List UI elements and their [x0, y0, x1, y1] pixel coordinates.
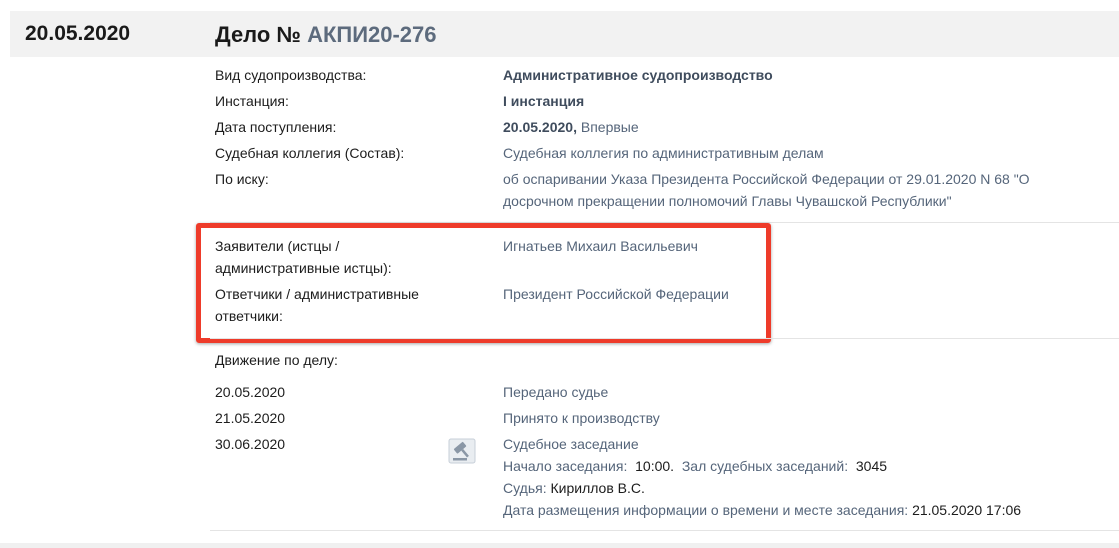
received-label: Дата поступления: [215, 119, 337, 135]
session-judge-line: Судья: Кириллов В.С. [503, 480, 645, 496]
event-text-3: Судебное заседание [503, 436, 639, 452]
board-label: Судебная коллегия (Состав): [215, 145, 405, 161]
gavel-icon[interactable] [448, 438, 476, 464]
received-value: 20.05.2020, Впервые [503, 119, 639, 135]
section-divider [210, 338, 1119, 339]
footer-bar [0, 543, 1119, 548]
instance-value: I инстанция [503, 93, 585, 109]
event-date-3: 30.06.2020 [215, 436, 286, 452]
event-date-1: 20.05.2020 [215, 384, 286, 400]
event-text-1: Передано судье [503, 384, 609, 400]
claim-label: По иску: [215, 171, 269, 187]
case-title: Дело № АКПИ20-276 [215, 22, 437, 48]
event-text-2: Принято к производству [503, 410, 660, 426]
highlight-frame [196, 223, 771, 343]
claim-line-2: досрочном прекращении полномочий Главы Ч… [503, 193, 952, 209]
movement-title: Движение по делу: [215, 352, 338, 368]
case-prefix: Дело № [215, 22, 308, 47]
claim-line-1: об оспаривании Указа Президента Российск… [503, 171, 1030, 187]
proceeding-value: Административное судопроизводство [503, 67, 773, 83]
case-number-link[interactable]: АКПИ20-276 [307, 22, 436, 47]
session-posted-line: Дата размещения информации о времени и м… [503, 502, 1022, 518]
board-value: Судебная коллегия по административным де… [503, 145, 824, 161]
section-divider [210, 530, 1119, 531]
instance-label: Инстанция: [215, 93, 289, 109]
case-header-bar [10, 11, 1119, 57]
case-date: 20.05.2020 [25, 22, 131, 45]
event-date-2: 21.05.2020 [215, 410, 286, 426]
proceeding-label: Вид судопроизводства: [215, 67, 367, 83]
session-start-line: Начало заседания: 10:00. Зал судебных за… [503, 458, 888, 474]
